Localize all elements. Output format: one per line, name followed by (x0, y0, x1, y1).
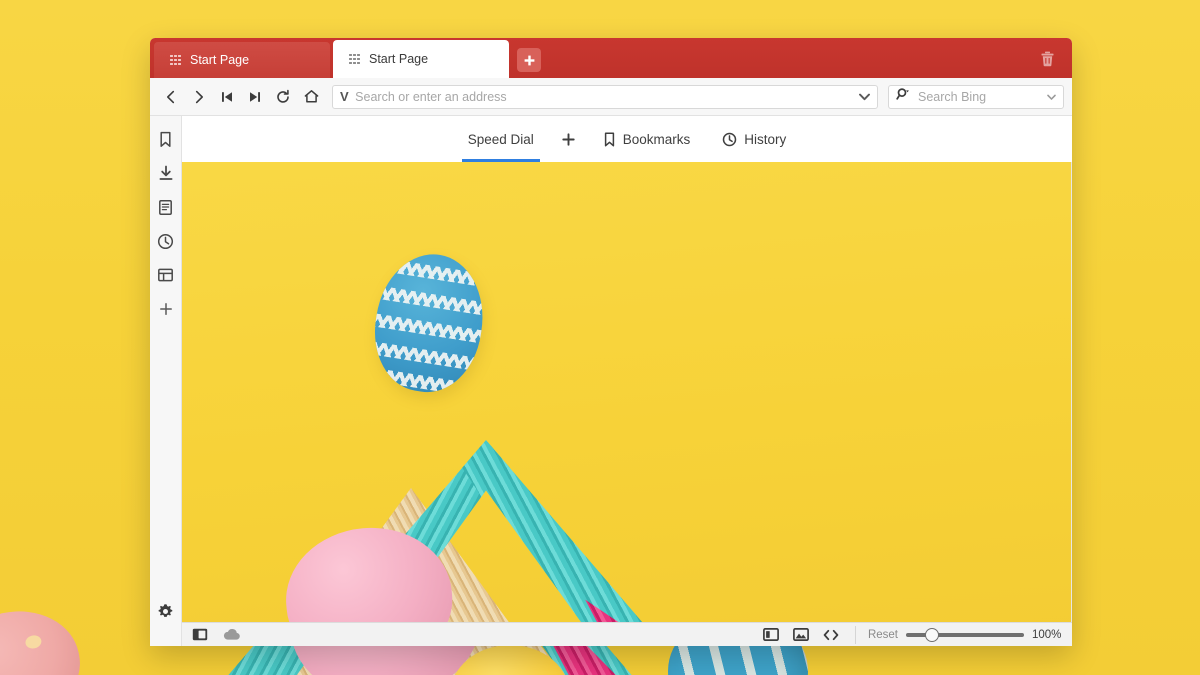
speed-dial-label: Speed Dial (467, 131, 534, 147)
navigation-toolbar: V Search or enter an address Search Bing (150, 78, 1072, 116)
tab-start-page-2[interactable]: Start Page (333, 40, 509, 78)
tab-bar: Start Page Start Page (150, 38, 1072, 78)
status-bar: Reset 100% (182, 622, 1072, 646)
fast-forward-icon (250, 91, 260, 102)
tab-bookmarks[interactable]: Bookmarks (587, 116, 707, 162)
address-dropdown-button[interactable] (859, 88, 870, 106)
speed-dial-page (182, 162, 1072, 646)
sidebar-item-bookmarks[interactable] (153, 126, 179, 152)
sidebar-item-notes[interactable] (153, 194, 179, 220)
cloud-status-button[interactable] (222, 625, 242, 645)
chevron-down-icon (859, 93, 870, 100)
new-tab-button[interactable] (517, 48, 541, 72)
tab-label: Start Page (190, 53, 250, 67)
page-right-border (1071, 162, 1072, 646)
download-icon (159, 165, 172, 180)
tiling-icon (763, 628, 779, 641)
plus-icon (524, 55, 534, 65)
sidebar-item-downloads[interactable] (153, 160, 179, 186)
clock-icon (723, 132, 737, 146)
forward-icon (195, 90, 203, 103)
home-icon (304, 90, 318, 103)
home-button[interactable] (298, 84, 324, 110)
panel-toggle-icon (192, 628, 208, 641)
reload-icon (277, 89, 289, 103)
trash-button[interactable] (1035, 47, 1059, 71)
grid-icon (170, 54, 181, 66)
zoom-level-label: 100% (1032, 628, 1062, 641)
zoom-reset-button[interactable]: Reset (868, 629, 898, 641)
image-icon (793, 628, 809, 641)
desktop-background: Start Page Start Page V Search or enter … (0, 0, 1200, 675)
grid-icon (349, 53, 360, 65)
tab-history[interactable]: History (706, 116, 802, 162)
sidebar-item-history[interactable] (153, 228, 179, 254)
page-background-photo (182, 162, 1072, 646)
gear-icon (158, 603, 173, 617)
trash-icon (1041, 51, 1053, 67)
back-icon (167, 90, 175, 103)
sidebar-item-add-panel[interactable] (153, 296, 179, 322)
page-basket (182, 440, 646, 646)
bookmarks-label: Bookmarks (622, 131, 691, 147)
bookmark-icon (160, 131, 171, 147)
window-icon (158, 268, 173, 282)
plus-icon (562, 132, 575, 146)
tab-start-page-1[interactable]: Start Page (154, 42, 330, 78)
rewind-icon (222, 91, 232, 102)
panel-toggle-button[interactable] (190, 625, 210, 645)
notes-icon (159, 199, 172, 215)
cloud-icon (223, 628, 240, 640)
reload-button[interactable] (270, 84, 296, 110)
search-input[interactable]: Search Bing (918, 90, 1039, 104)
chevron-down-icon (1047, 94, 1056, 100)
window-body: Speed Dial Bookmarks History Reset 100% (150, 116, 1072, 646)
fast-forward-button[interactable] (242, 84, 268, 110)
zoom-control: Reset 100% (854, 625, 1064, 644)
tab-label: Start Page (369, 52, 429, 66)
clock-icon (157, 233, 174, 249)
plus-icon (159, 303, 172, 315)
speed-dial-navigation: Speed Dial Bookmarks History (182, 116, 1072, 162)
address-bar[interactable]: V Search or enter an address (332, 84, 878, 109)
search-engine-dropdown-button[interactable] (1047, 88, 1056, 106)
developer-tools-icon (823, 629, 839, 640)
rewind-button[interactable] (214, 84, 240, 110)
tiling-button[interactable] (761, 625, 781, 645)
history-label: History (744, 131, 787, 147)
images-button[interactable] (791, 625, 811, 645)
add-speed-dial-button[interactable] (550, 116, 587, 162)
zoom-slider-handle[interactable] (924, 627, 939, 642)
bookmark-icon (604, 132, 614, 146)
zoom-slider[interactable] (906, 627, 1024, 642)
developer-tools-button[interactable] (821, 625, 841, 645)
search-engine-icon[interactable] (896, 87, 910, 106)
back-button[interactable] (158, 84, 184, 110)
vivaldi-logo-icon: V (340, 89, 349, 104)
browser-window: Start Page Start Page V Search or enter … (150, 38, 1072, 646)
search-bar[interactable]: Search Bing (888, 84, 1064, 109)
sidebar-item-settings[interactable] (153, 598, 179, 624)
sidebar-panel (150, 116, 182, 646)
page-column: Speed Dial Bookmarks History Reset 100% (182, 116, 1072, 646)
status-bar-left (190, 625, 242, 645)
tab-speed-dial[interactable]: Speed Dial (452, 116, 550, 162)
forward-button[interactable] (186, 84, 212, 110)
sidebar-item-windows[interactable] (153, 262, 179, 288)
magnifier-icon (896, 88, 909, 100)
address-input[interactable]: Search or enter an address (355, 90, 852, 104)
